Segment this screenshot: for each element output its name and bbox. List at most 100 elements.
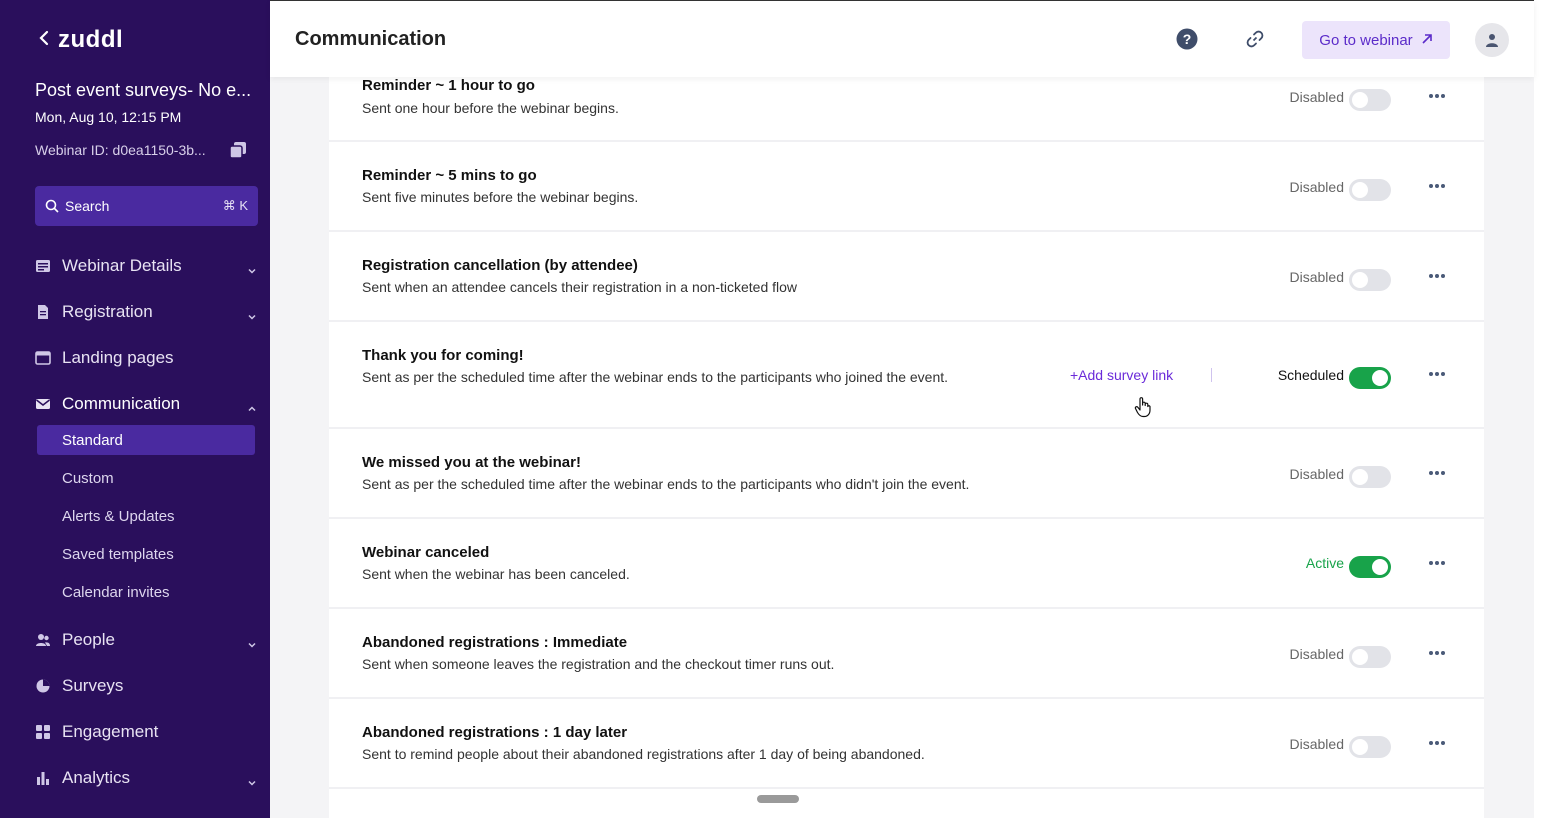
list-item[interactable]: Registration cancellation (by attendee) … [329, 232, 1484, 322]
chevron-down-icon [247, 261, 257, 274]
chevron-down-icon [247, 635, 257, 648]
subnav-custom[interactable]: Custom [37, 463, 255, 493]
avatar[interactable] [1475, 23, 1509, 57]
nav-communication[interactable]: Communication [35, 389, 257, 419]
status-badge: Disabled [1289, 89, 1344, 105]
horizontal-scrollbar[interactable] [757, 795, 799, 803]
search-icon [45, 199, 59, 213]
status-badge: Disabled [1289, 179, 1344, 195]
chevron-down-icon [247, 773, 257, 786]
nav-surveys[interactable]: Surveys [35, 671, 257, 701]
more-options-icon[interactable] [1429, 470, 1445, 476]
subnav-alerts-updates[interactable]: Alerts & Updates [37, 501, 255, 531]
hand-cursor-icon [1134, 396, 1152, 418]
list-item[interactable]: Abandoned registrations : 1 day later Se… [329, 699, 1484, 789]
webinar-id: Webinar ID: d0ea1150-3b... [35, 142, 206, 158]
divider [1211, 368, 1212, 382]
nav-analytics[interactable]: Analytics [35, 763, 257, 793]
nav-people[interactable]: People [35, 625, 257, 655]
nav-label: Analytics [62, 768, 131, 787]
row-title: We missed you at the webinar! [362, 454, 581, 471]
more-options-icon[interactable] [1429, 650, 1445, 656]
subnav-saved-templates[interactable]: Saved templates [37, 539, 255, 569]
nav-label: People [62, 630, 115, 649]
subnav-calendar-invites[interactable]: Calendar invites [37, 577, 255, 607]
sidebar: zuddl Post event surveys- No e... Mon, A… [0, 0, 270, 818]
more-options-icon[interactable] [1429, 740, 1445, 746]
row-description: Sent one hour before the webinar begins. [362, 100, 619, 116]
status-badge: Disabled [1289, 646, 1344, 662]
copy-icon[interactable] [229, 141, 247, 159]
communication-list: Reminder ~ 1 hour to go Sent one hour be… [329, 52, 1484, 818]
back-chevron-icon[interactable] [38, 30, 50, 50]
nav-registration[interactable]: Registration [35, 297, 257, 327]
nav-label: Communication [62, 394, 181, 413]
row-description: Sent when the webinar has been canceled. [362, 566, 630, 582]
row-description: Sent to remind people about their abando… [362, 746, 925, 762]
enable-toggle[interactable] [1349, 89, 1391, 111]
enable-toggle[interactable] [1349, 556, 1391, 578]
enable-toggle[interactable] [1349, 646, 1391, 668]
subnav-standard[interactable]: Standard [37, 425, 255, 455]
more-options-icon[interactable] [1429, 183, 1445, 189]
browser-window-icon [35, 350, 51, 366]
pie-chart-icon [35, 678, 51, 694]
row-title: Reminder ~ 1 hour to go [362, 77, 535, 94]
go-to-webinar-button[interactable]: Go to webinar [1302, 21, 1450, 59]
svg-text:?: ? [1183, 31, 1192, 47]
row-title: Reminder ~ 5 mins to go [362, 167, 537, 184]
more-options-icon[interactable] [1429, 93, 1445, 99]
status-badge: Disabled [1289, 736, 1344, 752]
list-item [329, 789, 1484, 818]
document-icon [35, 304, 51, 320]
nav-label: Engagement [62, 722, 159, 741]
grid-icon [35, 724, 51, 740]
people-icon [35, 632, 51, 648]
row-description: Sent as per the scheduled time after the… [362, 476, 970, 492]
search-input[interactable]: Search ⌘ K [35, 186, 258, 226]
enable-toggle[interactable] [1349, 269, 1391, 291]
list-item[interactable]: Thank you for coming! Sent as per the sc… [329, 322, 1484, 429]
right-scroll-area [1534, 0, 1568, 818]
brand[interactable]: zuddl [38, 26, 123, 54]
page-title: Communication [295, 28, 447, 50]
enable-toggle[interactable] [1349, 367, 1391, 389]
nav-engagement[interactable]: Engagement [35, 717, 257, 747]
nav-landing-pages[interactable]: Landing pages [35, 343, 257, 373]
list-item[interactable]: Reminder ~ 5 mins to go Sent five minute… [329, 142, 1484, 232]
status-badge: Disabled [1289, 466, 1344, 482]
enable-toggle[interactable] [1349, 736, 1391, 758]
row-title: Abandoned registrations : 1 day later [362, 724, 628, 741]
nav-label: Landing pages [62, 348, 174, 367]
more-options-icon[interactable] [1429, 560, 1445, 566]
list-item[interactable]: Abandoned registrations : Immediate Sent… [329, 609, 1484, 699]
chevron-up-icon [247, 399, 257, 412]
link-icon[interactable] [1245, 29, 1265, 49]
go-to-webinar-label: Go to webinar [1319, 31, 1413, 49]
details-icon [35, 258, 51, 274]
row-description: Sent as per the scheduled time after the… [362, 369, 949, 385]
enable-toggle[interactable] [1349, 466, 1391, 488]
nav-label: Webinar Details [62, 256, 182, 275]
row-title: Thank you for coming! [362, 347, 524, 364]
status-badge: Scheduled [1277, 367, 1344, 383]
help-icon[interactable]: ? [1176, 28, 1198, 50]
row-description: Sent when someone leaves the registratio… [362, 656, 835, 672]
add-survey-link[interactable]: +Add survey link [1070, 367, 1173, 383]
mail-icon [35, 396, 51, 412]
event-title: Post event surveys- No e... [35, 80, 252, 100]
row-title: Abandoned registrations : Immediate [362, 634, 628, 651]
nav-webinar-details[interactable]: Webinar Details [35, 251, 257, 281]
enable-toggle[interactable] [1349, 179, 1391, 201]
chevron-down-icon [247, 307, 257, 320]
arrow-up-right-icon [1421, 32, 1433, 49]
list-item[interactable]: Webinar canceled Sent when the webinar h… [329, 519, 1484, 609]
row-title: Registration cancellation (by attendee) [362, 257, 638, 274]
row-description: Sent five minutes before the webinar beg… [362, 189, 639, 205]
list-item[interactable]: We missed you at the webinar! Sent as pe… [329, 429, 1484, 519]
search-label: Search [65, 198, 110, 214]
user-icon [1486, 34, 1498, 47]
more-options-icon[interactable] [1429, 371, 1445, 377]
brand-logo: zuddl [58, 26, 124, 53]
more-options-icon[interactable] [1429, 273, 1445, 279]
